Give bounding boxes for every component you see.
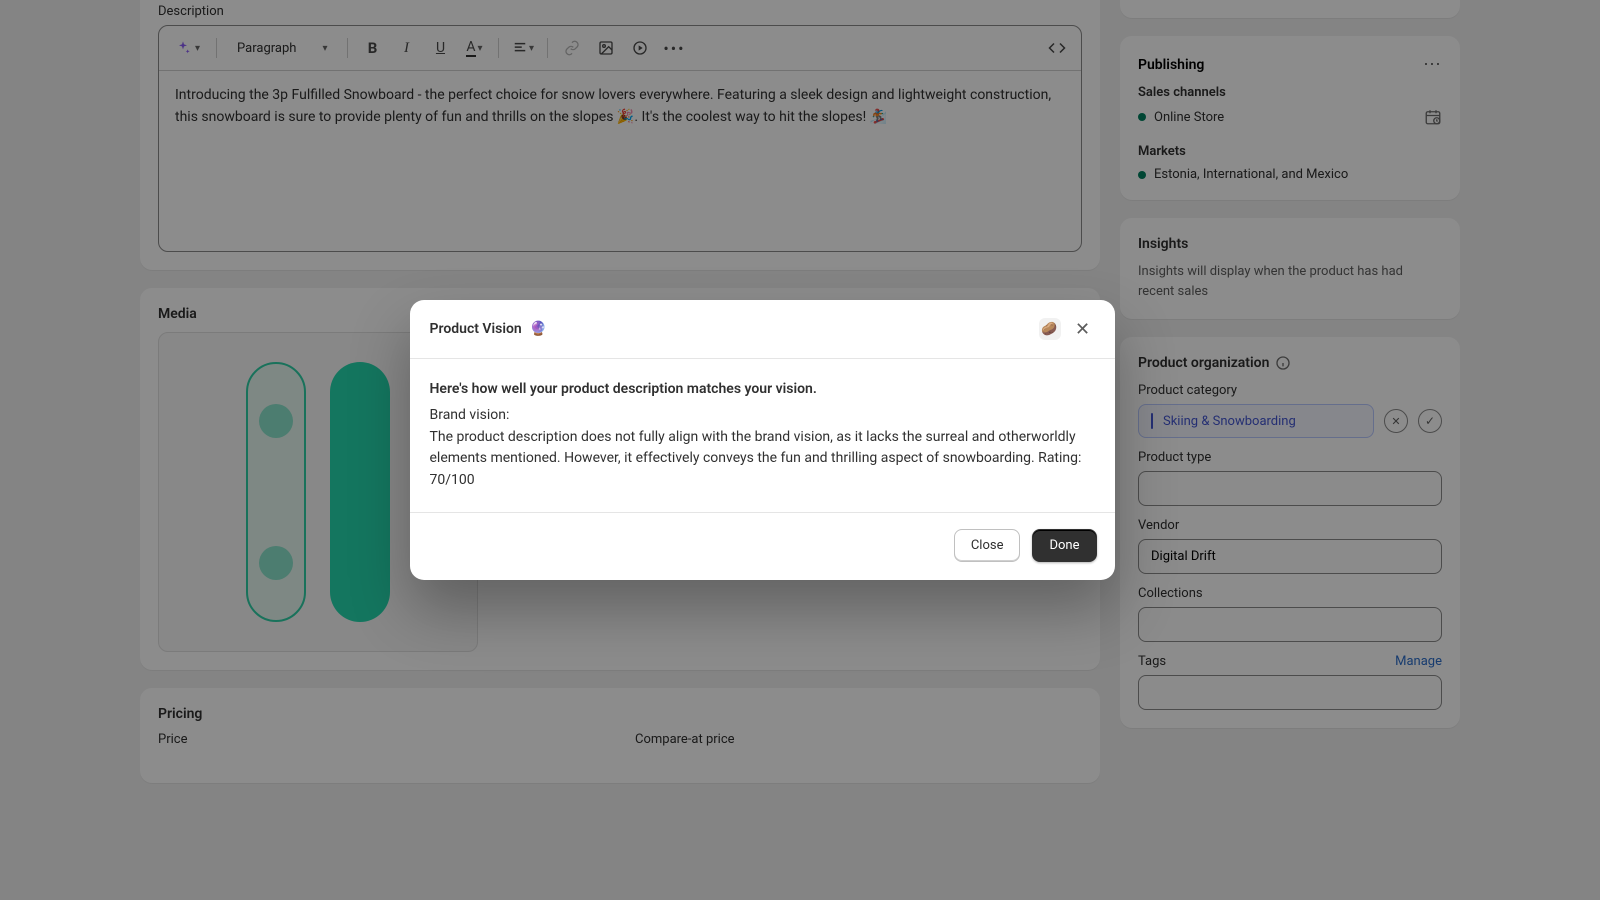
product-vision-modal: Product Vision 🔮 🥔 ✕ Here's how well you… [410,300,1115,579]
close-button[interactable]: Close [954,529,1021,562]
modal-heading: Here's how well your product description… [430,379,1095,401]
modal-app-icon[interactable]: 🥔 [1039,318,1061,340]
modal-body-text: The product description does not fully a… [430,427,1095,492]
close-icon[interactable]: ✕ [1071,319,1095,340]
modal-title: Product Vision [430,321,522,337]
brand-vision-label: Brand vision: [430,405,1095,427]
crystal-ball-icon: 🔮 [530,321,547,337]
modal-overlay[interactable]: Product Vision 🔮 🥔 ✕ Here's how well you… [0,0,1600,900]
done-button[interactable]: Done [1032,529,1096,562]
